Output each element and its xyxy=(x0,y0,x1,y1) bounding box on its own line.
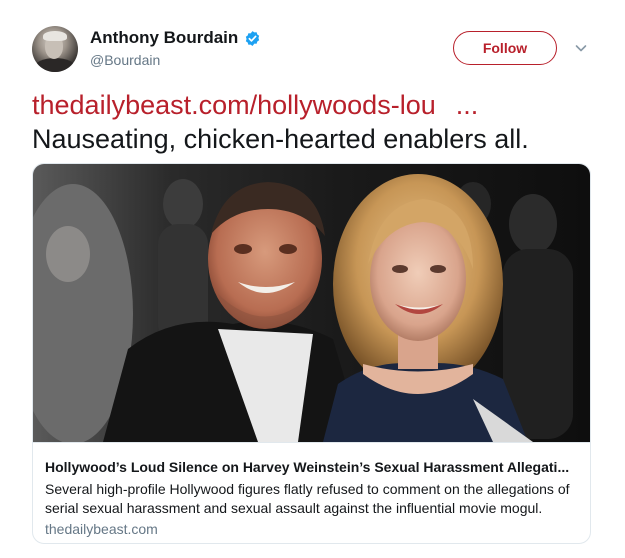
author-handle[interactable]: @Bourdain xyxy=(90,52,160,68)
tweet-link-ellipsis: ... xyxy=(455,90,479,120)
card-body[interactable]: Hollywood’s Loud Silence on Harvey Weins… xyxy=(33,442,590,543)
tweet: Anthony Bourdain @Bourdain Follow thedai… xyxy=(0,0,625,558)
card-description: Several high-profile Hollywood figures f… xyxy=(45,481,570,516)
card-photo xyxy=(33,164,590,442)
verified-badge-icon xyxy=(246,30,260,46)
avatar-hair xyxy=(43,31,67,41)
tweet-link-text: thedailybeast.com/hollywoods-lou xyxy=(32,90,436,120)
author-avatar[interactable] xyxy=(32,26,78,72)
avatar-shoulders xyxy=(34,58,76,72)
tweet-link[interactable]: thedailybeast.com/hollywoods-lou... xyxy=(32,90,478,121)
card-title: Hollywood’s Loud Silence on Harvey Weins… xyxy=(45,459,570,475)
link-card[interactable]: Hollywood’s Loud Silence on Harvey Weins… xyxy=(32,163,591,544)
author-name-row: Anthony Bourdain xyxy=(90,28,261,48)
follow-button[interactable]: Follow xyxy=(453,31,557,65)
author-display-name[interactable]: Anthony Bourdain xyxy=(90,28,238,48)
chevron-down-icon[interactable] xyxy=(574,41,588,55)
card-image[interactable] xyxy=(33,164,590,442)
tweet-text: Nauseating, chicken-hearted enablers all… xyxy=(32,124,529,154)
card-domain: thedailybeast.com xyxy=(45,521,158,537)
